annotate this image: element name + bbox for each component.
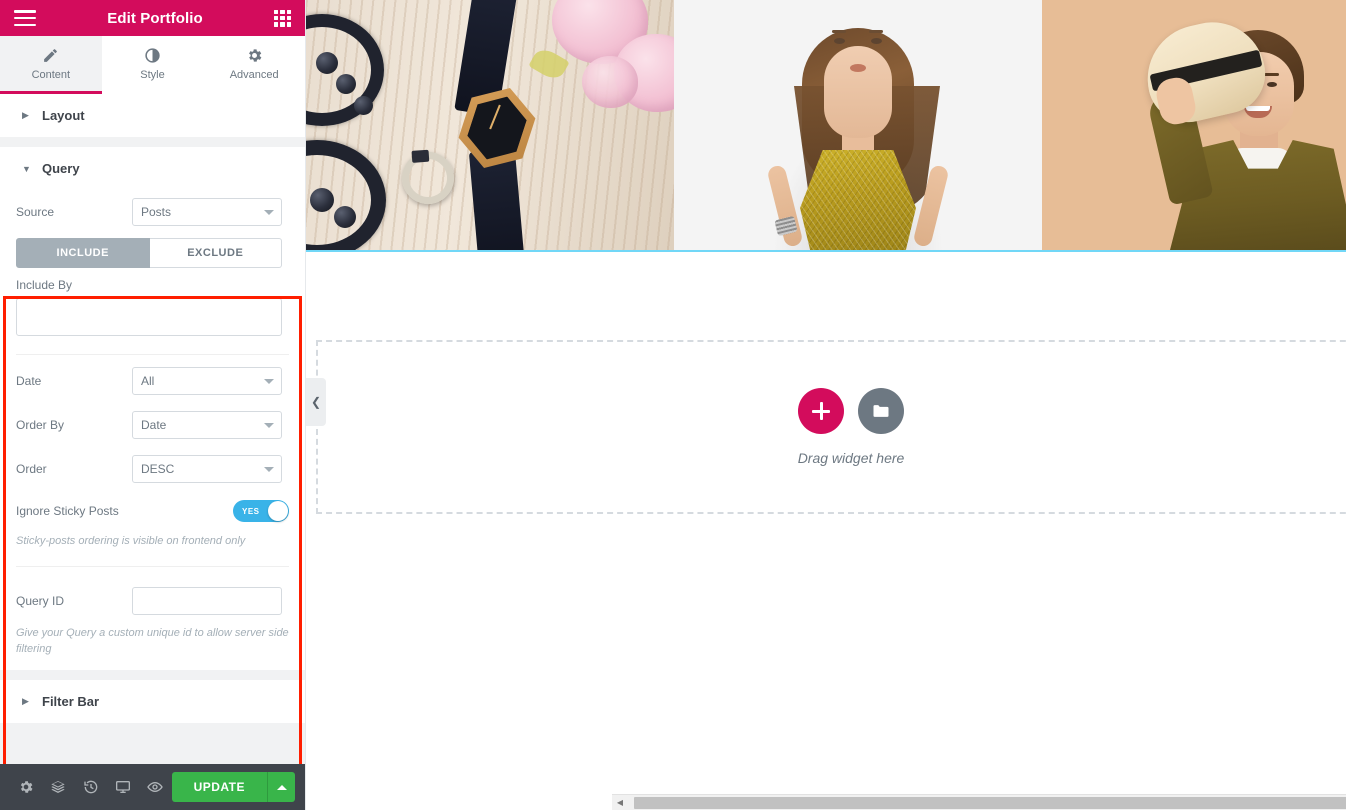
- tab-advanced-label: Advanced: [229, 68, 279, 81]
- section-layout-label: Layout: [42, 108, 85, 123]
- date-select[interactable]: All: [132, 367, 282, 395]
- page-title: Edit Portfolio: [107, 9, 203, 27]
- portfolio-gallery-widget[interactable]: [306, 0, 1346, 252]
- widget-dropzone[interactable]: Drag widget here: [316, 340, 1346, 514]
- switch-knob: [268, 501, 288, 521]
- editor-canvas[interactable]: Drag widget here ◀ ▶: [306, 0, 1346, 810]
- update-options-button[interactable]: [267, 772, 296, 802]
- query-id-input[interactable]: [132, 586, 282, 615]
- query-id-description: Give your Query a custom unique id to al…: [16, 626, 289, 656]
- folder-icon: [873, 405, 889, 417]
- include-exclude-toggle: INCLUDE EXCLUDE: [16, 238, 282, 268]
- control-query-id: Query ID: [16, 579, 289, 623]
- settings-gear-icon[interactable]: [10, 764, 42, 810]
- update-button-group: UPDATE: [171, 772, 296, 802]
- control-source: Source Posts: [16, 190, 289, 234]
- hamburger-menu-icon[interactable]: [14, 10, 36, 26]
- date-label: Date: [16, 374, 42, 388]
- add-widget-button[interactable]: [798, 388, 844, 434]
- ignore-sticky-label: Ignore Sticky Posts: [16, 504, 119, 518]
- gallery-item-jewelry[interactable]: [306, 0, 674, 250]
- dropzone-buttons: [798, 388, 904, 434]
- control-divider: [16, 565, 289, 567]
- gear-icon: [246, 47, 263, 64]
- ignore-sticky-switch-value: YES: [242, 506, 260, 516]
- scrollbar-thumb[interactable]: [634, 796, 1346, 809]
- elementor-panel: Edit Portfolio Content Style Advanced ▶ …: [0, 0, 306, 810]
- tab-style-label: Style: [140, 68, 165, 81]
- query-controls: Source Posts INCLUDE EXCLUDE Include By …: [0, 190, 305, 764]
- pencil-icon: [42, 47, 59, 64]
- order-label: Order: [16, 462, 47, 476]
- widgets-grid-icon[interactable]: [274, 9, 291, 27]
- tab-style[interactable]: Style: [101, 36, 204, 94]
- gold-dress-model-image: [674, 0, 1042, 250]
- gallery-item-model[interactable]: [674, 0, 1042, 250]
- scroll-left-arrow[interactable]: ◀: [612, 795, 628, 810]
- chevron-up-icon: [276, 784, 287, 790]
- section-filter-bar-label: Filter Bar: [42, 693, 100, 709]
- navigator-layers-icon[interactable]: [42, 764, 74, 810]
- section-query-label: Query: [42, 161, 80, 176]
- gallery-item-man-with-hat[interactable]: [1042, 0, 1346, 250]
- panel-scroll-body[interactable]: ▶ Layout ▼ Query Source Posts INCLUDE EX…: [0, 94, 305, 764]
- order-by-select[interactable]: Date: [132, 411, 282, 439]
- tab-content[interactable]: Content: [0, 36, 102, 94]
- control-divider: [16, 354, 289, 355]
- jewelry-flatlay-image: [306, 0, 674, 250]
- control-order: Order DESC: [16, 447, 289, 491]
- control-ignore-sticky: Ignore Sticky Posts YES: [16, 491, 289, 531]
- section-query[interactable]: ▼ Query: [0, 147, 305, 190]
- panel-collapse-toggle[interactable]: ❮: [306, 378, 326, 426]
- preview-eye-icon[interactable]: [139, 764, 171, 810]
- include-by-label: Include By: [16, 278, 73, 292]
- responsive-mode-icon[interactable]: [107, 764, 139, 810]
- history-icon[interactable]: [75, 764, 107, 810]
- section-layout[interactable]: ▶ Layout: [0, 94, 305, 137]
- panel-footer: UPDATE: [0, 764, 305, 810]
- order-select[interactable]: DESC: [132, 455, 282, 483]
- control-order-by: Order By Date: [16, 403, 289, 447]
- chevron-left-icon: ❮: [310, 395, 322, 409]
- exclude-tab[interactable]: EXCLUDE: [149, 238, 282, 268]
- plus-icon: [812, 402, 830, 420]
- panel-header: Edit Portfolio: [0, 0, 305, 36]
- panel-tabs: Content Style Advanced: [0, 36, 306, 94]
- ignore-sticky-description: Sticky-posts ordering is visible on fron…: [16, 535, 246, 547]
- ignore-sticky-switch[interactable]: YES: [233, 500, 289, 522]
- man-panama-hat-image: [1042, 0, 1346, 250]
- source-select[interactable]: Posts: [132, 198, 282, 226]
- query-id-label: Query ID: [16, 593, 65, 608]
- control-date: Date All: [16, 359, 289, 403]
- chevron-down-icon: ▼: [22, 163, 31, 174]
- dropzone-label: Drag widget here: [797, 450, 905, 466]
- half-circle-icon: [144, 47, 161, 64]
- section-divider: [0, 137, 305, 147]
- tab-content-label: Content: [31, 68, 71, 81]
- chevron-right-icon: ▶: [22, 110, 29, 120]
- section-divider: [0, 669, 305, 680]
- include-by-input[interactable]: [16, 298, 282, 336]
- include-tab[interactable]: INCLUDE: [16, 238, 150, 268]
- tab-advanced[interactable]: Advanced: [203, 36, 306, 94]
- order-by-label: Order By: [16, 418, 65, 432]
- scrollbar-track[interactable]: [628, 795, 1346, 810]
- elementor-editor: Edit Portfolio Content Style Advanced ▶ …: [0, 0, 1346, 810]
- chevron-right-icon: ▶: [22, 695, 29, 706]
- control-include-by: Include By: [16, 270, 289, 336]
- update-button[interactable]: UPDATE: [171, 772, 268, 802]
- source-label: Source: [16, 205, 55, 219]
- canvas-horizontal-scrollbar[interactable]: ◀ ▶: [612, 794, 1346, 810]
- add-template-button[interactable]: [858, 388, 904, 434]
- section-filter-bar[interactable]: ▶ Filter Bar: [0, 679, 305, 723]
